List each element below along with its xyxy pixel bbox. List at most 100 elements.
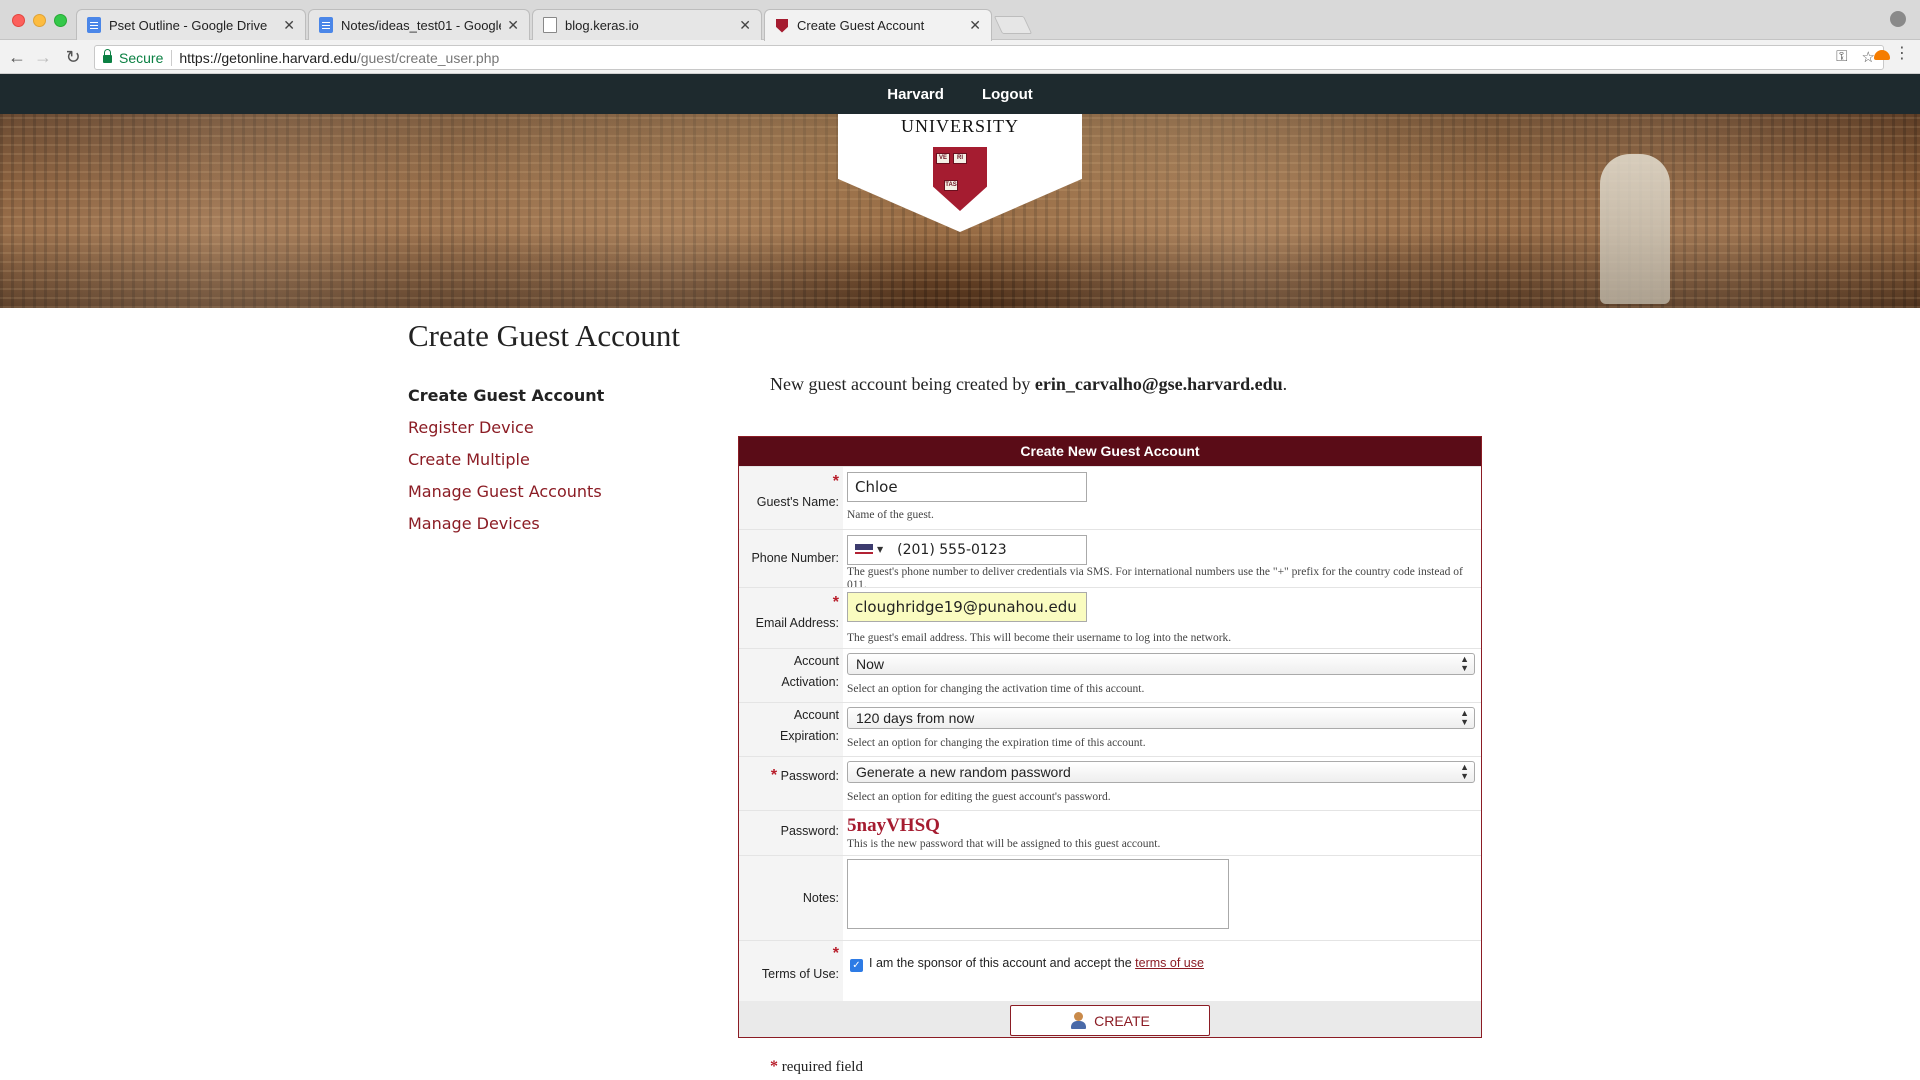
profile-icon[interactable] xyxy=(1890,11,1906,27)
menu-icon[interactable]: ⋮ xyxy=(1894,46,1910,62)
page-title: Create Guest Account xyxy=(408,318,681,353)
required-star: * xyxy=(770,1058,778,1075)
tab-title: blog.keras.io xyxy=(565,17,639,33)
select-arrows-icon: ▲ ▼ xyxy=(1460,762,1469,781)
crest-book: RI xyxy=(953,153,967,164)
window-close-icon[interactable] xyxy=(12,14,25,27)
window-maximize-icon[interactable] xyxy=(54,14,67,27)
generated-password: 5nayVHSQ xyxy=(847,815,940,836)
browser-tab-strip: Pset Outline - Google Drive ✕ Notes/idea… xyxy=(0,0,1920,41)
tab-pset-outline[interactable]: Pset Outline - Google Drive ✕ xyxy=(76,9,306,40)
chevron-down-icon[interactable]: ▼ xyxy=(877,545,883,554)
form-actions: CREATE xyxy=(739,1001,1481,1037)
url-host: https://getonline.harvard.edu xyxy=(179,49,357,66)
terms-checkbox[interactable]: ✓ xyxy=(850,959,863,972)
sidebar-item-register-device[interactable]: Register Device xyxy=(408,418,604,450)
back-arrow-icon[interactable]: ← xyxy=(6,46,28,68)
tab-keras-blog[interactable]: blog.keras.io ✕ xyxy=(532,9,762,40)
tab-title: Create Guest Account xyxy=(797,18,925,33)
close-icon[interactable]: ✕ xyxy=(507,17,519,34)
password-option-select[interactable]: Generate a new random password ▲ ▼ xyxy=(847,761,1475,783)
tab-title: Notes/ideas_test01 - Google D xyxy=(341,17,502,33)
phone-label: Phone Number: xyxy=(751,551,839,565)
expiration-row: Account Expiration: 120 days from now ▲ ▼… xyxy=(739,702,1481,756)
password-help: This is the new password that will be as… xyxy=(847,838,1161,850)
sidebar-item-manage-devices[interactable]: Manage Devices xyxy=(408,514,604,546)
extension-icon[interactable] xyxy=(1874,50,1890,60)
email-help: The guest's email address. This will bec… xyxy=(847,632,1232,644)
us-flag-icon[interactable] xyxy=(855,544,873,556)
guest-name-row: * Guest's Name: Chloe Name of the guest. xyxy=(739,466,1481,529)
guest-name-label: Guest's Name: xyxy=(756,495,839,509)
tab-create-guest-account[interactable]: Create Guest Account ✕ xyxy=(764,9,992,41)
sidebar-item-manage-guest-accounts[interactable]: Manage Guest Accounts xyxy=(408,482,604,514)
lock-icon xyxy=(103,49,112,63)
terms-text: I am the sponsor of this account and acc… xyxy=(869,956,1204,970)
phone-input[interactable]: ▼ (201) 555-0123 xyxy=(847,535,1087,565)
tab-notes-ideas[interactable]: Notes/ideas_test01 - Google D ✕ xyxy=(308,9,530,40)
intro-suffix: . xyxy=(1282,374,1288,394)
harvard-link[interactable]: Harvard xyxy=(887,86,944,103)
university-wordmark: UNIVERSITY xyxy=(901,116,1019,136)
create-button[interactable]: CREATE xyxy=(1010,1005,1210,1036)
select-arrows-icon: ▲ ▼ xyxy=(1460,708,1469,727)
url-path: /guest/create_user.php xyxy=(356,49,500,66)
guest-name-input[interactable]: Chloe xyxy=(847,472,1087,502)
sponsor-email: erin_carvalho@gse.harvard.edu xyxy=(1034,374,1283,394)
window-minimize-icon[interactable] xyxy=(33,14,46,27)
secure-label: Secure xyxy=(119,49,164,66)
password-option-row: * Password: Generate a new random passwo… xyxy=(739,756,1481,810)
password-option-value: Generate a new random password xyxy=(856,764,1071,780)
terms-row: * Terms of Use: ✓ I am the sponsor of th… xyxy=(739,940,1481,1001)
key-icon[interactable]: ⚿ xyxy=(1836,48,1847,66)
logout-link[interactable]: Logout xyxy=(982,86,1033,103)
statue-figure xyxy=(1600,154,1670,304)
address-bar[interactable]: Secure https://getonline.harvard.edu/gue… xyxy=(94,45,1884,70)
select-arrows-icon: ▲ ▼ xyxy=(1460,654,1469,673)
intro-text: New guest account being created by erin_… xyxy=(770,374,1287,395)
activation-row: Account Activation: Now ▲ ▼ Select an opt… xyxy=(739,648,1481,702)
expiration-value: 120 days from now xyxy=(856,710,975,726)
forward-arrow-icon[interactable]: → xyxy=(32,46,54,68)
google-docs-icon xyxy=(319,17,333,33)
form-heading: Create New Guest Account xyxy=(739,437,1481,466)
add-user-icon xyxy=(1070,1011,1088,1030)
required-field-note: * required field xyxy=(770,1058,863,1076)
expiration-help: Select an option for changing the expira… xyxy=(847,737,1146,749)
new-tab-button[interactable] xyxy=(993,16,1033,34)
sidebar-item-create-multiple[interactable]: Create Multiple xyxy=(408,450,604,482)
required-field-text: required field xyxy=(781,1059,863,1075)
page-icon xyxy=(543,17,557,33)
reload-icon[interactable]: ↻ xyxy=(62,46,84,68)
activation-value: Now xyxy=(856,656,885,672)
email-input[interactable]: cloughridge19@punahou.edu xyxy=(847,592,1087,622)
expiration-label-line1: Account xyxy=(793,708,839,722)
crest-book: VE xyxy=(936,153,950,164)
terms-of-use-link[interactable]: terms of use xyxy=(1135,956,1204,970)
expiration-select[interactable]: 120 days from now ▲ ▼ xyxy=(847,707,1475,729)
close-icon[interactable]: ✕ xyxy=(739,17,751,34)
browser-toolbar: ← → ↻ Secure https://getonline.harvard.e… xyxy=(0,40,1920,74)
site-nav: Harvard Logout xyxy=(0,74,1920,114)
phone-value: (201) 555-0123 xyxy=(897,542,1007,558)
password-option-help: Select an option for editing the guest a… xyxy=(847,791,1111,803)
notes-label: Notes: xyxy=(802,891,839,905)
star-icon[interactable]: ☆ xyxy=(1862,48,1875,66)
google-docs-icon xyxy=(87,17,101,33)
notes-textarea[interactable] xyxy=(847,859,1229,929)
sidebar-item-create-guest-account[interactable]: Create Guest Account xyxy=(408,386,604,418)
password-option-label: Password: xyxy=(780,769,839,783)
activation-label-line1: Account xyxy=(793,654,839,668)
activation-select[interactable]: Now ▲ ▼ xyxy=(847,653,1475,675)
required-star: * xyxy=(832,473,839,490)
phone-row: Phone Number: ▼ (201) 555-0123 The guest'… xyxy=(739,529,1481,591)
sidebar-nav: Create Guest Account Register Device Cre… xyxy=(408,386,604,546)
activation-help: Select an option for changing the activa… xyxy=(847,683,1145,695)
close-icon[interactable]: ✕ xyxy=(283,17,295,34)
activation-label-line2: Activation: xyxy=(781,675,839,689)
create-button-label: CREATE xyxy=(1094,1012,1150,1029)
close-icon[interactable]: ✕ xyxy=(969,17,981,34)
required-star: * xyxy=(832,594,839,611)
generated-password-row: Password: 5nayVHSQ This is the new passw… xyxy=(739,810,1481,855)
expiration-label-line2: Expiration: xyxy=(779,729,839,743)
